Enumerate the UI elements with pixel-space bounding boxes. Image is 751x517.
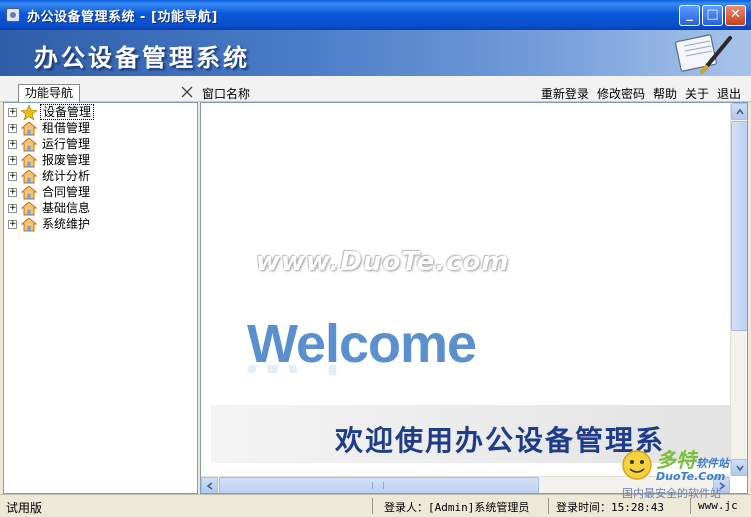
house-icon [21,120,37,135]
close-icon: ✕ [730,7,741,22]
tree-item-label: 统计分析 [42,169,91,183]
app-banner: 办公设备管理系统 [0,30,751,76]
vertical-scroll-thumb[interactable] [731,121,747,331]
star-icon [21,104,37,120]
change-password-link[interactable]: 修改密码 [597,85,645,102]
house-icon [21,184,37,199]
chevron-left-icon [206,482,213,490]
help-link[interactable]: 帮助 [653,85,677,102]
expand-icon[interactable]: + [8,171,17,181]
house-icon [21,168,37,183]
tree-item-label: 运行管理 [42,137,91,151]
app-icon[interactable] [6,8,20,22]
window-name-label: 窗口名称 [202,87,251,101]
tree-item-rental[interactable]: + 租借管理 [8,120,92,136]
tree-item-label: 合同管理 [42,185,91,199]
vertical-scrollbar[interactable] [730,103,747,476]
horizontal-scroll-thumb[interactable] [219,477,539,493]
close-button[interactable]: ✕ [725,5,746,26]
toolbar: 功能导航 窗口名称 重新登录 修改密码 帮助 关于 退出 [0,76,751,102]
maximize-icon: □ [706,7,719,22]
expand-icon[interactable]: + [8,123,17,133]
scroll-grip-icon [372,482,384,489]
chevron-up-icon [736,108,744,115]
tree-item-label: 报废管理 [42,153,91,167]
maximize-button[interactable]: □ [702,5,723,26]
expand-icon[interactable]: + [8,107,17,117]
tree-item-operation[interactable]: + 运行管理 [8,136,92,152]
expand-icon[interactable]: + [8,139,17,149]
banner-title: 办公设备管理系统 [34,43,250,72]
relogin-link[interactable]: 重新登录 [541,85,589,102]
scroll-up-button[interactable] [731,103,747,120]
tree-item-label: 系统维护 [42,217,91,231]
expand-icon[interactable]: + [8,219,17,229]
tree-item-equipment[interactable]: + 设备管理 [8,104,95,120]
expand-icon[interactable]: + [8,203,17,213]
tree-item-label: 租借管理 [42,121,91,135]
expand-icon[interactable]: + [8,155,17,165]
house-icon [21,152,37,167]
tree-item-scrap[interactable]: + 报废管理 [8,152,92,168]
tree-item-basic-info[interactable]: + 基础信息 [8,200,92,216]
status-mode: 试用版 [6,501,43,515]
nav-tree-pane: + 设备管理 + 租借管理 + 运行管理 + 报废管理 + 统计分析 + 合同管… [3,102,198,494]
welcome-reflection: Welcome [247,365,476,385]
tree-item-label: 基础信息 [42,201,91,215]
watermark-text: www.DuoTe.com [256,247,510,277]
status-divider [372,498,373,514]
expand-icon[interactable]: + [8,187,17,197]
minimize-icon: _ [686,7,693,22]
top-menu: 重新登录 修改密码 帮助 关于 退出 [541,85,741,102]
house-icon [21,136,37,151]
house-icon [21,200,37,215]
scroll-left-button[interactable] [201,477,218,493]
window-title: 办公设备管理系统 - [功能导航] [27,10,218,25]
minimize-button[interactable]: _ [679,5,700,26]
logo-brand: 多特软件站 [656,448,729,472]
tree-item-contract[interactable]: + 合同管理 [8,184,92,200]
close-pane-icon[interactable] [180,85,194,99]
duote-logo: 多特软件站 DuoTe.Com 国内最安全的软件站 [612,440,751,517]
notebook-pen-icon [675,34,732,74]
status-divider [548,498,549,514]
status-login-user: 登录人：[Admin]系统管理员 [384,501,530,514]
tab-function-nav[interactable]: 功能导航 [18,84,80,102]
tree-item-label: 设备管理 [40,104,95,120]
about-link[interactable]: 关于 [685,85,709,102]
logo-domain: DuoTe.Com [656,470,726,483]
house-icon [21,216,37,231]
mascot-icon [622,450,652,480]
exit-link[interactable]: 退出 [717,85,741,102]
title-bar[interactable]: 办公设备管理系统 - [功能导航] _ □ ✕ [0,0,751,30]
tree-item-statistics[interactable]: + 统计分析 [8,168,92,184]
logo-tagline: 国内最安全的软件站 [622,487,721,500]
tree-item-maintenance[interactable]: + 系统维护 [8,216,92,232]
content-pane: www.DuoTe.com Welcome Welcome 欢迎使用办公设备管理… [200,102,748,494]
